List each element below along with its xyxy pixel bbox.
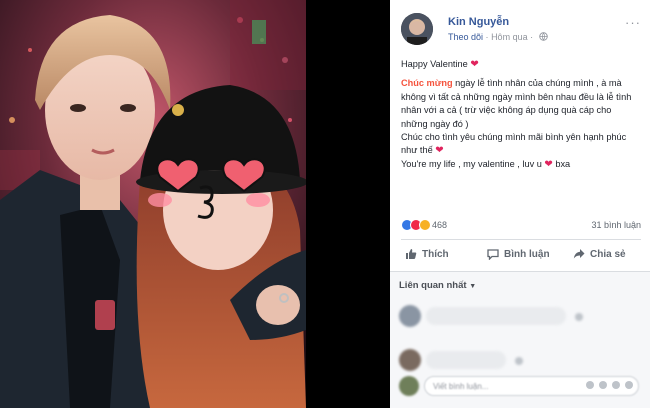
- post-actions: Thích Bình luận Chia sẻ: [401, 242, 641, 270]
- heart-icon: ❤: [470, 59, 479, 70]
- comment-placeholder: Viết bình luận...: [433, 382, 489, 391]
- post-line-text: Happy Valentine: [401, 59, 468, 69]
- like-button[interactable]: Thích: [405, 248, 449, 260]
- post-line: Happy Valentine ❤: [401, 58, 639, 71]
- comment-filter-label: Liên quan nhất: [399, 280, 467, 291]
- comments-section: Liên quan nhất ▼ Viết bình luận...: [390, 271, 650, 408]
- comment-filter-dropdown[interactable]: Liên quan nhất ▼: [399, 280, 476, 291]
- comment-bubble: [426, 307, 566, 325]
- post-time[interactable]: Hôm qua: [491, 32, 528, 42]
- comment-icon: [487, 249, 499, 260]
- author-avatar[interactable]: [401, 13, 433, 45]
- follow-link[interactable]: Theo dõi: [448, 32, 483, 42]
- post-line-text: You're my life , my valentine , luv u: [401, 158, 542, 169]
- thumbs-up-icon: [406, 249, 417, 259]
- post-panel: Kin Nguyễn Theo dõi · Hôm qua · ··· Happ…: [390, 0, 650, 408]
- comment-item[interactable]: [399, 305, 639, 331]
- meta-separator: ·: [485, 32, 489, 42]
- share-icon: [573, 249, 585, 259]
- sticker-icon[interactable]: [625, 381, 633, 389]
- emoji-icon[interactable]: [586, 381, 594, 389]
- heart-icon: ❤: [544, 158, 553, 170]
- reactions-bar: 468 31 bình luận: [401, 219, 641, 233]
- reaction-dot-icon: [575, 313, 583, 321]
- post-line: Chúc mừng ngày lễ tình nhân của chúng mì…: [401, 77, 639, 131]
- post-line: Chúc cho tình yêu chúng mình mãi bình yê…: [401, 131, 639, 158]
- author-name[interactable]: Kin Nguyễn: [448, 16, 509, 28]
- comment-label: Bình luận: [504, 248, 550, 260]
- share-button[interactable]: Chia sẻ: [573, 248, 626, 260]
- comment-bubble: [426, 351, 506, 369]
- post-meta: Theo dõi · Hôm qua ·: [448, 32, 548, 42]
- reaction-dot-icon: [515, 357, 523, 365]
- meta-separator-2: ·: [530, 32, 534, 42]
- highlight-text[interactable]: Chúc mừng: [401, 78, 453, 88]
- share-label: Chia sẻ: [590, 248, 626, 260]
- reaction-count[interactable]: 468: [432, 220, 447, 230]
- post-line: You're my life , my valentine , luv u ❤ …: [401, 158, 639, 171]
- gif-icon[interactable]: [612, 381, 620, 389]
- avatar-image: [401, 13, 433, 45]
- like-label: Thích: [422, 248, 449, 260]
- user-avatar[interactable]: [399, 376, 419, 396]
- comment-tools: [586, 381, 633, 389]
- write-comment-row: Viết bình luận...: [399, 374, 641, 398]
- couple-selfie-image: [0, 0, 306, 408]
- divider: [401, 239, 641, 240]
- camera-icon[interactable]: [599, 381, 607, 389]
- commenter-avatar[interactable]: [399, 349, 421, 371]
- haha-reaction-icon: [419, 219, 431, 231]
- photo-gutter: [306, 0, 390, 408]
- caret-down-icon: ▼: [469, 283, 477, 290]
- post-options-icon[interactable]: ···: [625, 15, 641, 30]
- post-line-text: bxa: [552, 158, 571, 169]
- post-text: Happy Valentine ❤ Chúc mừng ngày lễ tình…: [401, 58, 639, 171]
- comment-count[interactable]: 31 bình luận: [591, 220, 641, 230]
- comment-item[interactable]: [399, 349, 639, 375]
- commenter-avatar[interactable]: [399, 305, 421, 327]
- heart-icon: ❤: [435, 145, 444, 157]
- comment-button[interactable]: Bình luận: [487, 248, 550, 260]
- post-photo[interactable]: [0, 0, 306, 408]
- post-header: Kin Nguyễn Theo dõi · Hôm qua · ···: [401, 11, 641, 47]
- globe-icon[interactable]: [538, 32, 548, 41]
